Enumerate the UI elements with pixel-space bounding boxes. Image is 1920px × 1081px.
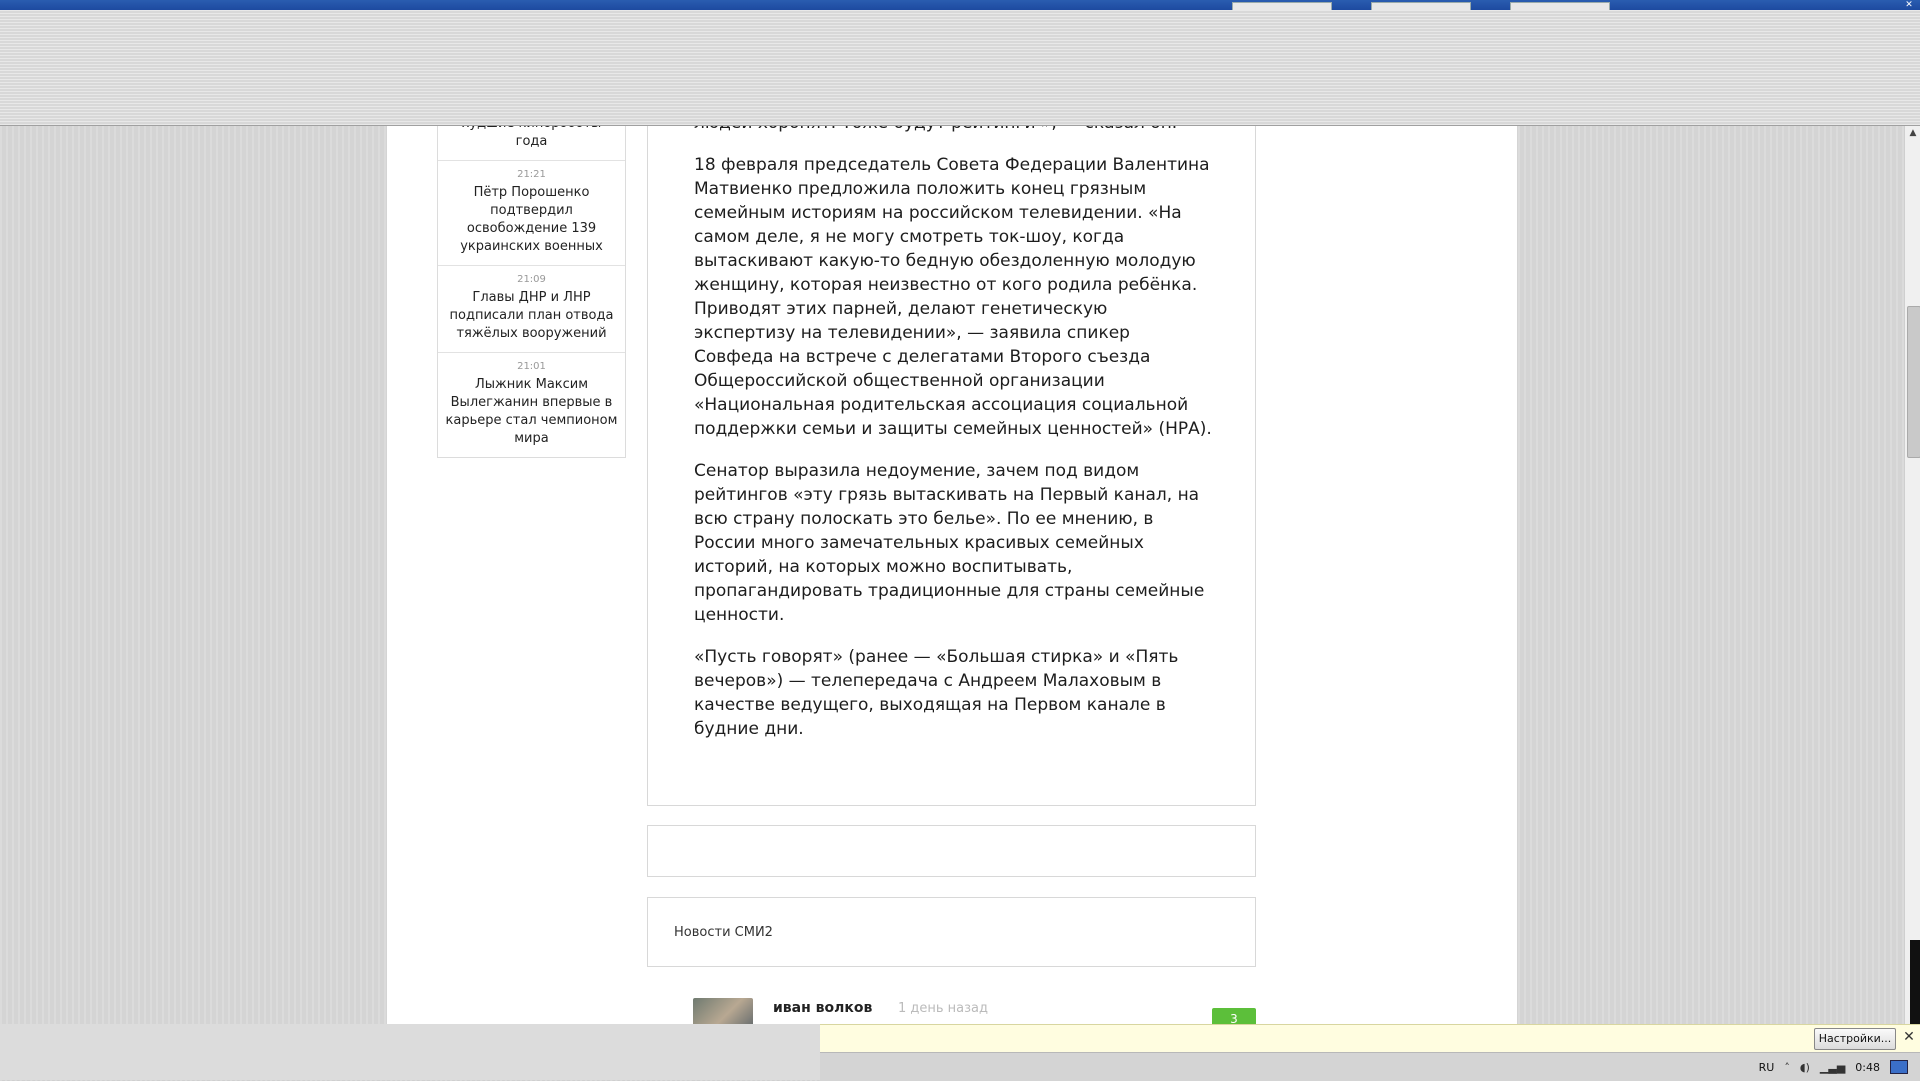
avatar[interactable] [693,998,753,1024]
volume-icon[interactable]: ◖) [1800,1061,1810,1074]
comment-time: 1 день назад [898,1001,989,1016]
news-time: 21:01 [517,361,546,372]
news-title[interactable]: Главы ДНР и ЛНР подписали план отвода тя… [444,289,619,343]
window-close-button[interactable]: ✕ [1902,0,1916,10]
tray-clock[interactable]: 0:48 [1855,1061,1880,1074]
tray-expand-icon[interactable]: ˄ [1784,1061,1790,1074]
notification-bar: Настройки... ✕ [820,1024,1920,1053]
news-sidebar: худшие кинороботы года 21:21 Пётр Пороше… [437,126,626,458]
desktop-area [0,1024,820,1080]
news-item[interactable]: 21:21 Пётр Порошенко подтвердил освобожд… [438,161,625,266]
article-paragraph: Сенатор выразила недоумение, зачем под в… [694,461,1205,625]
news-time: 21:21 [517,169,546,180]
language-indicator[interactable]: RU [1759,1061,1775,1074]
news-title[interactable]: худшие кинороботы года [444,126,619,151]
comment-author[interactable]: иван волков [773,1000,872,1016]
article-container: пусть поставят камеру на кладбище и сним… [647,126,1256,806]
page-scrollbar[interactable]: ▲ [1904,126,1920,1024]
notification-close-icon[interactable]: ✕ [1902,1027,1916,1047]
article-body: пусть поставят камеру на кладбище и сним… [694,126,1214,759]
news-item[interactable]: худшие кинороботы года [438,126,625,161]
comment: иван волков 1 день назад 3 [693,998,1256,1024]
smi-news-widget: Новости СМИ2 [647,897,1256,967]
article-paragraph: 18 февраля председатель Совета Федерации… [694,155,1212,439]
article-paragraph: пусть поставят камеру на кладбище и сним… [694,126,1214,135]
news-item[interactable]: 21:01 Лыжник Максим Вылегжанин впервые в… [438,353,625,457]
system-tray: RU ˄ ◖) ▁▃▅ 0:48 [1759,1053,1920,1081]
browser-toolbar-area [0,10,1920,126]
page-viewport: худшие кинороботы года 21:21 Пётр Пороше… [0,126,1904,1024]
empty-widget-box [647,825,1256,877]
scroll-thumb[interactable] [1907,306,1920,458]
comment-vote-badge[interactable]: 3 [1212,1008,1256,1024]
news-time: 21:09 [517,274,546,285]
news-title[interactable]: Лыжник Максим Вылегжанин впервые в карье… [444,376,619,448]
smi-news-label[interactable]: Новости СМИ2 [674,925,773,940]
side-popup-edge [1910,940,1920,1024]
taskbar: RU ˄ ◖) ▁▃▅ 0:48 [820,1052,1920,1081]
page-content: худшие кинороботы года 21:21 Пётр Пороше… [387,126,1517,1024]
browser-titlebar: ✕ [0,0,1920,11]
article-paragraph: «Пусть говорят» (ранее — «Большая стирка… [694,647,1179,739]
news-title[interactable]: Пётр Порошенко подтвердил освобождение 1… [444,184,619,256]
show-desktop-icon[interactable] [1890,1060,1908,1074]
network-icon[interactable]: ▁▃▅ [1820,1061,1845,1074]
notification-settings-button[interactable]: Настройки... [1814,1028,1896,1050]
news-item[interactable]: 21:09 Главы ДНР и ЛНР подписали план отв… [438,266,625,353]
scroll-up-arrow-icon[interactable]: ▲ [1905,126,1920,140]
